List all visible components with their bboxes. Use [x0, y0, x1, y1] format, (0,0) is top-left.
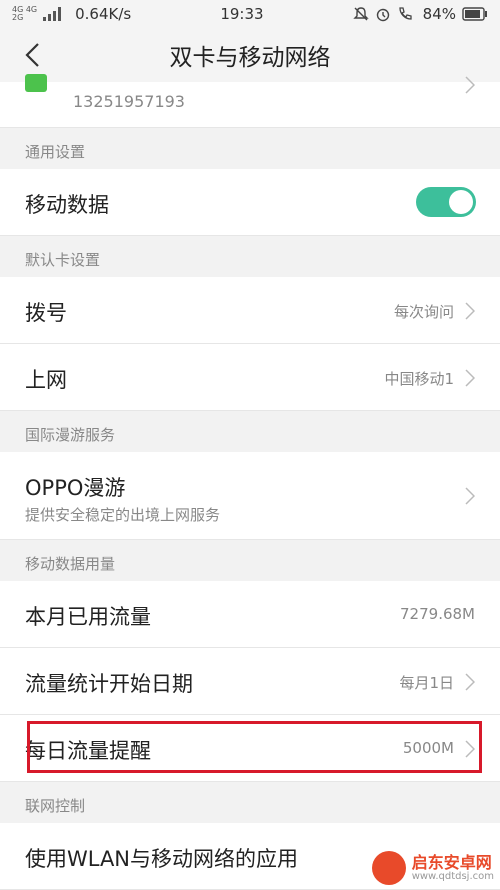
dial-label: 拨号: [25, 301, 67, 325]
sim-number: 13251957193: [73, 92, 185, 111]
section-header-usage: 移动数据用量: [0, 540, 500, 581]
watermark-url: www.qdtdsj.com: [411, 871, 494, 883]
watermark-name: 启东安卓网: [411, 852, 492, 872]
section-header-default-card: 默认卡设置: [0, 236, 500, 277]
mobile-data-row[interactable]: 移动数据: [0, 169, 500, 236]
start-date-row[interactable]: 流量统计开始日期 每月1日: [0, 648, 500, 715]
watermark-logo-icon: [371, 851, 406, 885]
mobile-data-toggle[interactable]: [416, 187, 476, 217]
chevron-right-icon: [465, 487, 475, 505]
dial-value: 每次询问: [393, 303, 454, 321]
section-header-network-control: 联网控制: [0, 782, 500, 823]
chevron-right-icon: [465, 673, 475, 691]
section-header-general: 通用设置: [0, 128, 500, 169]
battery-percent: 84%: [422, 5, 456, 23]
battery-icon: [462, 7, 487, 21]
month-usage-label: 本月已用流量: [25, 605, 151, 629]
alarm-icon: [376, 8, 389, 22]
mobile-data-label: 移动数据: [25, 193, 109, 217]
highlight-box: [27, 721, 482, 773]
internet-row[interactable]: 上网 中国移动1: [0, 344, 500, 411]
start-date-value: 每月1日: [399, 674, 454, 692]
chevron-right-icon: [465, 76, 475, 94]
dial-row[interactable]: 拨号 每次询问: [0, 277, 500, 344]
internet-label: 上网: [25, 368, 67, 392]
sim-card-row[interactable]: 13251957193: [0, 74, 500, 128]
chevron-right-icon: [465, 369, 475, 387]
sim-card-icon: [25, 74, 47, 92]
internet-value: 中国移动1: [384, 370, 454, 388]
section-header-roaming: 国际漫游服务: [0, 411, 500, 452]
page-title: 双卡与移动网络: [169, 45, 331, 71]
oppo-roaming-sublabel: 提供安全稳定的出境上网服务: [25, 506, 221, 524]
back-arrow-icon[interactable]: [18, 40, 48, 70]
mute-bell-icon: [352, 7, 369, 21]
network-apps-label: 使用WLAN与移动网络的应用: [25, 847, 299, 871]
clock: 19:33: [220, 5, 264, 23]
title-bar: 双卡与移动网络: [0, 28, 500, 82]
signal-bars-icon: [43, 7, 62, 21]
hd-call-icon: [399, 7, 412, 20]
signal-indicator: 4G 4G 2G: [12, 5, 38, 22]
start-date-label: 流量统计开始日期: [25, 672, 193, 696]
chevron-right-icon: [465, 302, 475, 320]
status-bar: 4G 4G 2G 0.64K/s 19:33 84%: [0, 0, 500, 28]
month-usage-row: 本月已用流量 7279.68M: [0, 581, 500, 648]
toggle-knob: [449, 190, 473, 214]
oppo-roaming-row[interactable]: OPPO漫游 提供安全稳定的出境上网服务: [0, 452, 500, 540]
oppo-roaming-label: OPPO漫游: [25, 476, 126, 500]
network-speed: 0.64K/s: [75, 5, 132, 23]
month-usage-value: 7279.68M: [400, 605, 475, 623]
watermark: 启东安卓网 www.qdtdsj.com: [371, 851, 494, 885]
